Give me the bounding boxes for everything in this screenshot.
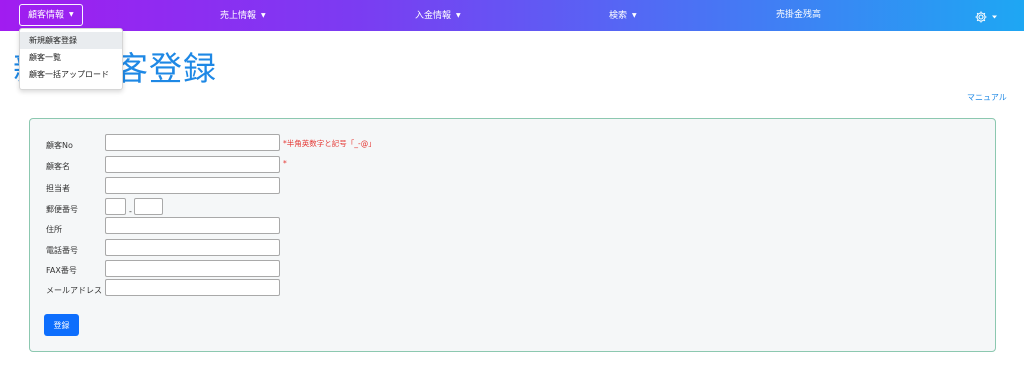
nav-receivables-balance[interactable]: 売掛金残高: [776, 0, 821, 31]
customer-no-input[interactable]: [105, 134, 280, 151]
phone-input[interactable]: [105, 239, 280, 256]
person-in-charge-input[interactable]: [105, 177, 280, 194]
nav-payment-info[interactable]: 入金情報 ▼: [415, 0, 461, 31]
postal-code-second-input[interactable]: [134, 198, 163, 215]
nav-receivables-balance-label: 売掛金残高: [776, 10, 822, 20]
settings-menu[interactable]: [974, 9, 1000, 23]
fax-input[interactable]: [105, 260, 280, 277]
caret-down-icon: ▼: [261, 12, 266, 19]
person-in-charge-label: 担当者: [46, 184, 70, 193]
menu-item-customer-list[interactable]: 顧客一覧: [20, 49, 122, 66]
fax-label: FAX番号: [46, 266, 77, 275]
email-input[interactable]: [105, 279, 280, 296]
customer-no-note: *半角英数字と記号「_-@」: [283, 139, 376, 148]
caret-down-icon: ▼: [632, 12, 637, 19]
register-button[interactable]: 登録: [44, 314, 79, 336]
nav-search-label: 検索: [609, 11, 628, 21]
nav-sales-info-label: 売上情報: [220, 11, 257, 21]
nav-customer-info[interactable]: 顧客情報 ▼: [19, 4, 83, 26]
email-label: メールアドレス: [46, 286, 102, 295]
customer-name-label: 顧客名: [46, 162, 70, 171]
customer-no-label: 顧客No: [46, 141, 73, 150]
menu-item-customer-bulk-upload[interactable]: 顧客一括アップロード: [20, 66, 122, 83]
nav-sales-info[interactable]: 売上情報 ▼: [220, 0, 266, 31]
menu-item-new-customer[interactable]: 新規顧客登録: [20, 32, 122, 49]
postal-code-separator: -: [129, 207, 132, 216]
gear-icon: [975, 11, 997, 23]
customer-registration-form: 顧客No *半角英数字と記号「_-@」 顧客名 * 担当者 郵便番号 - 住所 …: [29, 118, 996, 352]
nav-customer-info-label: 顧客情報: [28, 10, 65, 21]
caret-down-icon: [992, 15, 997, 19]
phone-label: 電話番号: [46, 246, 78, 255]
caret-down-icon: ▼: [456, 12, 461, 19]
customer-info-dropdown-menu: 新規顧客登録 顧客一覧 顧客一括アップロード: [19, 28, 123, 90]
manual-link[interactable]: マニュアル: [967, 92, 1007, 103]
customer-name-input[interactable]: [105, 156, 280, 173]
address-input[interactable]: [105, 217, 280, 234]
postal-code-first-input[interactable]: [105, 198, 126, 215]
address-label: 住所: [46, 225, 62, 234]
nav-payment-info-label: 入金情報: [415, 11, 452, 21]
postal-code-label: 郵便番号: [46, 205, 78, 214]
nav-search[interactable]: 検索 ▼: [609, 0, 637, 31]
required-marker: *: [283, 159, 287, 168]
caret-down-icon: ▼: [69, 11, 74, 18]
top-navbar: 顧客情報 ▼ 売上情報 ▼ 入金情報 ▼ 検索 ▼ 売掛金残高: [0, 0, 1024, 31]
